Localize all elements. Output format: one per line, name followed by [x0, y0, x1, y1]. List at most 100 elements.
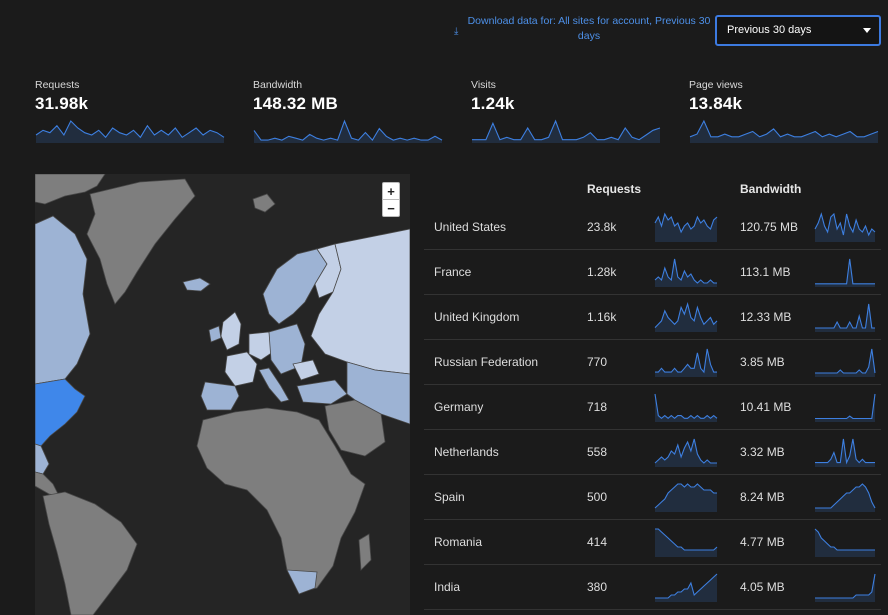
download-data-label[interactable]: Download data for: All sites for account… [454, 14, 712, 44]
requests-value: 23.8k [587, 220, 617, 234]
sparkline-area [815, 394, 875, 422]
table-row[interactable]: United States 23.8k 120.75 MB [424, 205, 881, 250]
sparkline-line [815, 393, 876, 420]
sparkline-line [472, 119, 661, 141]
requests-value: 770 [587, 355, 608, 369]
requests-value: 500 [587, 490, 608, 504]
map-region-canada[interactable] [35, 215, 91, 385]
requests-sparkline [654, 302, 718, 332]
world-map[interactable]: + − [35, 174, 410, 615]
stat-label: Visits [471, 79, 496, 91]
sparkline-area [815, 259, 875, 287]
bandwidth-sparkline [815, 393, 876, 422]
requests-value: 558 [587, 445, 608, 459]
table-row[interactable]: Netherlands 558 3.32 MB [424, 430, 881, 475]
map-region-ireland[interactable] [208, 325, 222, 343]
map-region-svalbard[interactable] [252, 193, 276, 213]
requests-sparkline [655, 348, 717, 377]
sparkline-line [815, 348, 876, 374]
download-data-link[interactable]: ⤓ Download data for: All sites for accou… [454, 14, 712, 44]
stat-label: Page views [689, 79, 743, 91]
top-bar: ⤓ Download data for: All sites for accou… [0, 0, 888, 62]
bandwidth-sparkline [815, 348, 876, 377]
stat-bandwidth: Bandwidth 148.32 MB [253, 79, 453, 159]
stat-sparkline [253, 119, 443, 143]
sparkline-line [815, 573, 876, 599]
map-region-romania[interactable] [292, 359, 320, 381]
map-region-iceland[interactable] [182, 277, 211, 292]
map-region-united-kingdom[interactable] [220, 311, 242, 351]
bandwidth-value: 113.1 MB [740, 265, 791, 279]
country-name: United States [434, 220, 507, 234]
stat-value: 148.32 MB [253, 94, 338, 113]
requests-sparkline [655, 573, 718, 602]
stat-page-views: Page views 13.84k [689, 79, 888, 159]
period-select-value: Previous 30 days [727, 24, 812, 36]
stat-sparkline [472, 119, 661, 143]
map-region-greenland[interactable] [86, 178, 196, 305]
country-name: Spain [434, 490, 465, 504]
requests-sparkline [654, 438, 717, 467]
bandwidth-value: 4.77 MB [740, 535, 785, 549]
stat-sparkline [689, 119, 879, 143]
bandwidth-value: 12.33 MB [740, 310, 792, 324]
map-region-spain[interactable] [200, 381, 240, 411]
requests-value: 1.28k [587, 265, 617, 279]
map-region-mexico[interactable] [35, 443, 50, 475]
sparkline-area [655, 439, 717, 467]
stat-visits: Visits 1.24k [471, 79, 671, 159]
table-row[interactable]: India 380 4.05 MB [424, 565, 881, 610]
country-name: Netherlands [434, 445, 499, 459]
table-row[interactable]: France 1.28k 113.1 MB [424, 250, 881, 295]
country-name: India [434, 580, 461, 594]
requests-value: 414 [587, 535, 608, 549]
download-icon[interactable]: ⤓ [454, 24, 458, 39]
sparkline-line [654, 393, 718, 420]
stat-label: Bandwidth [253, 79, 303, 91]
map-region-central-america[interactable] [35, 471, 60, 497]
map-region-united-states[interactable] [35, 378, 86, 447]
bandwidth-value: 3.32 MB [740, 445, 785, 459]
bandwidth-sparkline [815, 573, 876, 602]
map-region-italy[interactable] [258, 367, 290, 403]
map-region-south-america[interactable] [42, 491, 138, 615]
bandwidth-sparkline [814, 528, 875, 557]
zoom-out-button[interactable]: − [382, 199, 400, 217]
sparkline-area [655, 484, 717, 512]
requests-value: 380 [587, 580, 608, 594]
requests-sparkline [655, 528, 718, 557]
sparkline-area [815, 529, 875, 557]
period-select[interactable]: Previous 30 days [715, 15, 881, 46]
table-row[interactable]: Spain 500 8.24 MB [424, 475, 881, 520]
bandwidth-sparkline [815, 303, 875, 332]
sparkline-area [655, 529, 717, 557]
map-region-turkey[interactable] [296, 379, 348, 405]
sparkline-line [815, 303, 875, 329]
chevron-down-icon [863, 28, 871, 33]
zoom-in-button[interactable]: + [382, 182, 400, 200]
table-row[interactable]: Russian Federation 770 3.85 MB [424, 340, 881, 385]
country-name: United Kingdom [434, 310, 520, 324]
table-row[interactable]: Romania 414 4.77 MB [424, 520, 881, 565]
requests-sparkline [654, 393, 718, 422]
requests-sparkline [654, 212, 718, 242]
bandwidth-value: 10.41 MB [740, 400, 792, 414]
stat-value: 13.84k [689, 94, 743, 113]
country-name: France [434, 265, 472, 279]
map-region-france[interactable] [224, 351, 258, 387]
bandwidth-value: 120.75 MB [740, 220, 799, 234]
country-name: Russian Federation [434, 355, 539, 369]
stat-label: Requests [35, 79, 80, 91]
sparkline-area [655, 214, 717, 242]
col-header-requests[interactable]: Requests [587, 182, 641, 196]
map-region-madagascar[interactable] [358, 533, 372, 571]
col-header-bandwidth[interactable]: Bandwidth [740, 182, 801, 196]
requests-sparkline [654, 483, 717, 512]
sparkline-line [815, 258, 875, 285]
map-region-south-africa[interactable] [286, 569, 318, 595]
table-row[interactable]: Germany 718 10.41 MB [424, 385, 881, 430]
stat-value: 31.98k [35, 94, 89, 113]
table-row[interactable]: United Kingdom 1.16k 12.33 MB [424, 295, 881, 340]
world-map-svg[interactable] [35, 174, 410, 615]
bandwidth-value: 4.05 MB [740, 580, 785, 594]
